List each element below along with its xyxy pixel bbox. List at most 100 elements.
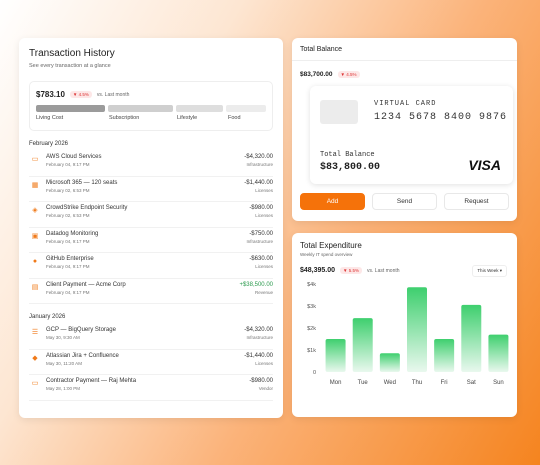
transaction-date: February 04, 9:17 PM xyxy=(46,162,90,167)
category-label: Lifestyle xyxy=(177,115,198,121)
category-label: Living Cost xyxy=(36,115,64,121)
invoice-icon: ▤ xyxy=(31,283,39,291)
transaction-amount: -$630.00 xyxy=(249,256,273,262)
expenditure-change-badge: ▼ 5.5% xyxy=(340,267,363,274)
transaction-date: February 04, 9:17 PM xyxy=(46,264,90,269)
bar-tue[interactable] xyxy=(352,318,373,372)
total-balance-card: Total Balance $83,700.00 ▼ 4.5% VIRTUAL … xyxy=(292,38,517,221)
send-button[interactable]: Send xyxy=(372,193,437,210)
transaction-row[interactable]: ● GitHub Enterprise February 04, 9:17 PM -$… xyxy=(29,253,273,279)
transaction-row[interactable]: ◆ Atlassian Jira + Confluence May 30, 11:2… xyxy=(29,350,273,375)
apps-icon: ▦ xyxy=(31,181,39,189)
x-tick-label: Tue xyxy=(358,380,369,386)
x-tick-label: Sat xyxy=(467,380,476,386)
transaction-amount: -$750.00 xyxy=(249,230,273,237)
transaction-name: CrowdStrike Endpoint Security xyxy=(46,205,128,211)
x-tick-label: Wed xyxy=(384,380,396,386)
transaction-row[interactable]: ☰ GCP — BigQuery Storage May 30, 9:30 AM -$… xyxy=(29,324,273,350)
transaction-name: Client Payment — Acme Corp xyxy=(46,281,126,288)
y-tick-label: $3k xyxy=(307,304,316,310)
bar-sun[interactable] xyxy=(488,334,509,372)
transaction-category: Infrastructure xyxy=(246,162,273,167)
transaction-amount: -$4,320.00 xyxy=(244,154,273,160)
transaction-history-card: Transaction History See every transactio… xyxy=(19,38,283,418)
transaction-row[interactable]: ▭ Contractor Payment — Raj Mehta May 28, 1… xyxy=(29,375,273,401)
bar-fri[interactable] xyxy=(434,339,455,372)
transaction-amount: -$980.00 xyxy=(249,378,273,384)
x-tick-label: Fri xyxy=(441,380,448,386)
food-segment xyxy=(226,105,266,112)
card-balance-label: Total Balance xyxy=(320,151,375,159)
x-tick-label: Sun xyxy=(493,380,504,386)
request-button[interactable]: Request xyxy=(444,193,509,210)
transaction-category: Revenue xyxy=(254,289,273,295)
transaction-name: Atlassian Jira + Confluence xyxy=(46,352,119,359)
category-label: Food xyxy=(228,115,241,121)
expenditure-comparison: vs. Last month xyxy=(367,267,400,274)
transaction-name: GitHub Enterprise xyxy=(46,256,94,262)
subscription-segment xyxy=(108,105,173,112)
database-icon: ☰ xyxy=(31,329,39,336)
transaction-history-subtitle: See every transaction at a glance xyxy=(29,63,111,69)
monitor-icon: ▣ xyxy=(31,232,39,240)
transaction-name: Contractor Payment — Raj Mehta xyxy=(46,378,137,384)
summary-amount: $783.10 xyxy=(36,90,65,99)
expenditure-amount: $48,395.00 xyxy=(300,267,336,274)
transaction-category: Licenses xyxy=(255,264,273,269)
bar-thu[interactable] xyxy=(407,287,427,372)
transaction-amount: -$4,320.00 xyxy=(244,327,273,333)
transaction-amount: +$38,500.00 xyxy=(239,281,273,288)
transaction-row[interactable]: ▤ Client Payment — Acme Corp February 04, … xyxy=(29,279,273,304)
transaction-category: Licenses xyxy=(255,213,273,218)
spending-summary: $783.10 ▼ 4.5% vs. Last month Living Cos… xyxy=(29,81,273,131)
total-expenditure-title: Total Expenditure xyxy=(300,241,362,250)
balance-amount: $83,700.00 xyxy=(300,71,333,78)
category-label: Subscription xyxy=(109,115,140,121)
category-breakdown-bar xyxy=(36,105,266,112)
y-tick-label: $1k xyxy=(307,348,316,354)
transaction-name: GCP — BigQuery Storage xyxy=(46,327,116,333)
card-balance: $83,800.00 xyxy=(320,162,381,173)
transaction-history-title: Transaction History xyxy=(29,48,115,59)
add-button[interactable]: Add xyxy=(300,193,365,210)
card-chip xyxy=(320,100,358,124)
virtual-card[interactable]: VIRTUAL CARD 1234 5678 8400 9876 Total B… xyxy=(310,86,513,184)
transaction-amount: -$1,440.00 xyxy=(244,352,273,359)
x-tick-label: Thu xyxy=(412,380,422,386)
shield-icon: ◈ xyxy=(32,207,38,214)
layers-icon: ◆ xyxy=(32,354,38,362)
transaction-name: AWS Cloud Services xyxy=(46,154,102,160)
transaction-row[interactable]: ▣ Datadog Monitoring February 04, 9:17 PM -… xyxy=(29,228,273,253)
bar-wed[interactable] xyxy=(379,353,400,372)
bar-sat[interactable] xyxy=(461,304,482,372)
transaction-category: Licenses xyxy=(255,187,273,193)
transaction-date: May 30, 11:20 AM xyxy=(46,360,82,366)
transaction-row[interactable]: ◈ CrowdStrike Endpoint Security February 0… xyxy=(29,202,273,228)
living-cost-segment xyxy=(36,105,106,112)
transaction-amount: -$980.00 xyxy=(249,205,273,211)
transaction-row[interactable]: ▦ Microsoft 365 — 120 seats February 02, 6… xyxy=(29,177,273,202)
transaction-date: February 02, 6:53 PM xyxy=(46,213,90,218)
total-balance-title: Total Balance xyxy=(300,46,343,53)
payment-icon: ▭ xyxy=(31,380,39,387)
transaction-list: February 2026 ▭ AWS Cloud Services February… xyxy=(29,141,273,401)
balance-change-badge: ▼ 4.5% xyxy=(337,71,360,78)
transaction-amount: -$1,440.00 xyxy=(244,179,273,186)
transaction-name: Microsoft 365 — 120 seats xyxy=(46,179,118,186)
transaction-category: Vendor xyxy=(258,386,273,391)
month-heading: January 2026 xyxy=(29,314,66,320)
transaction-date: May 30, 9:30 AM xyxy=(46,335,80,340)
divider xyxy=(292,60,517,61)
transaction-row[interactable]: ▭ AWS Cloud Services February 04, 9:17 PM -… xyxy=(29,151,273,177)
transaction-category: Infrastructure xyxy=(246,335,273,340)
github-icon: ● xyxy=(32,258,38,265)
card-number: 1234 5678 8400 9876 xyxy=(374,112,508,123)
transaction-date: February 02, 6:53 PM xyxy=(46,187,90,193)
range-select[interactable]: This Week ▾ xyxy=(472,265,507,277)
summary-comparison: vs. Last month xyxy=(96,91,130,98)
total-expenditure-subtitle: Weekly IT spend overview xyxy=(300,252,353,257)
month-heading: February 2026 xyxy=(29,141,69,147)
card-label: VIRTUAL CARD xyxy=(374,100,437,108)
bar-mon[interactable] xyxy=(325,339,346,372)
transaction-category: Infrastructure xyxy=(246,238,273,244)
